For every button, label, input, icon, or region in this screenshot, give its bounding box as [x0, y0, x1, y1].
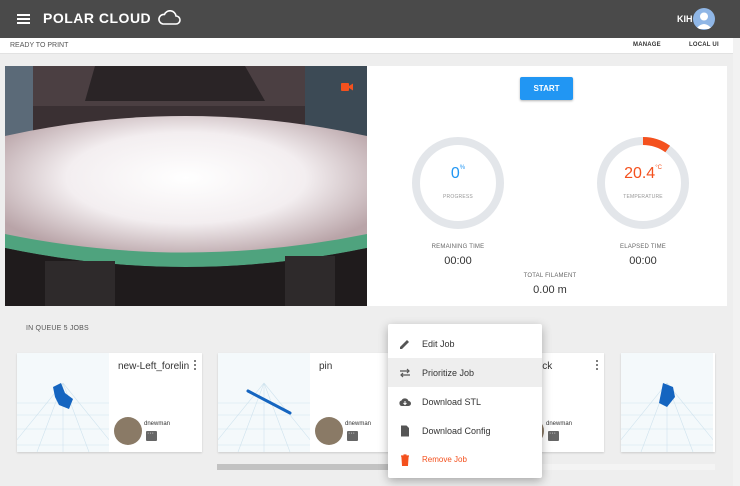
job-card[interactable]: pin dnewman: [218, 353, 403, 452]
videocam-icon[interactable]: [341, 83, 353, 91]
printer-status: READY TO PRINT: [10, 42, 69, 49]
menu-item-label: Download STL: [422, 396, 482, 407]
job-thumbnail: [218, 353, 310, 452]
job-thumbnail: [17, 353, 109, 452]
start-button[interactable]: START: [520, 77, 573, 100]
progress-label: PROGRESS: [443, 194, 473, 200]
page-edge: [733, 38, 740, 486]
queue-title: IN QUEUE 5 JOBS: [26, 325, 89, 332]
comment-icon[interactable]: [347, 430, 358, 441]
job-name: pin: [319, 361, 333, 372]
download-stl-item[interactable]: Download STL: [388, 387, 542, 416]
job-owner: dnewman: [546, 421, 573, 427]
job-context-menu: Edit Job Prioritize Job Download STL Dow…: [388, 324, 542, 478]
status-bar: READY TO PRINT MANAGE LOCAL UI: [0, 38, 740, 54]
temperature-gauge: 20.4°C TEMPERATURE: [594, 134, 692, 232]
cloud-icon: [158, 10, 181, 25]
elapsed-time-value: 00:00: [629, 255, 657, 267]
job-thumbnail: [621, 353, 713, 452]
progress-number: 0: [450, 165, 460, 182]
person-icon: [696, 12, 712, 29]
printer-card: START 0% PROGRESS 20.4°C TEMPERATURE REM…: [5, 66, 727, 306]
total-filament-label: TOTAL FILAMENT: [523, 273, 577, 279]
more-vert-icon[interactable]: [595, 360, 599, 372]
menu-item-label: Download Config: [422, 425, 491, 436]
comment-icon[interactable]: [146, 430, 157, 441]
remaining-time-value: 00:00: [444, 255, 472, 267]
top-app-bar: POLAR CLOUD KIH: [0, 0, 740, 38]
webcam-view: [5, 66, 367, 306]
job-owner: dnewman: [345, 421, 372, 427]
temperature-label: TEMPERATURE: [623, 194, 663, 200]
remove-job-item[interactable]: Remove Job: [388, 445, 542, 474]
comment-icon[interactable]: [548, 430, 559, 441]
user-initials: KIH: [677, 14, 693, 24]
local-ui-link[interactable]: LOCAL UI: [689, 42, 719, 48]
download-config-item[interactable]: Download Config: [388, 416, 542, 445]
document-icon: [401, 425, 409, 436]
pencil-icon: [400, 339, 409, 349]
job-card[interactable]: new-Left_forelin dnewman: [17, 353, 202, 452]
temperature-unit: °C: [655, 165, 662, 171]
user-avatar[interactable]: [693, 8, 715, 30]
progress-value: 0%: [409, 165, 507, 183]
brand-logo[interactable]: POLAR CLOUD: [43, 10, 181, 26]
job-owner: dnewman: [144, 421, 171, 427]
manage-link[interactable]: MANAGE: [633, 42, 661, 48]
menu-item-label: Remove Job: [422, 455, 467, 464]
swap-arrows-icon: [400, 368, 410, 377]
job-card[interactable]: [621, 353, 715, 452]
menu-icon[interactable]: [17, 14, 30, 24]
queue-scrollbar-thumb[interactable]: [217, 464, 392, 470]
progress-gauge: 0% PROGRESS: [409, 134, 507, 232]
avatar: [315, 417, 343, 445]
webcam-image: [5, 66, 367, 306]
more-vert-icon[interactable]: [193, 360, 197, 372]
trash-icon: [401, 453, 409, 466]
avatar: [114, 417, 142, 445]
elapsed-time-label: ELAPSED TIME: [620, 244, 666, 250]
edit-job-item[interactable]: Edit Job: [388, 329, 542, 358]
temperature-value: 20.4°C: [594, 165, 692, 183]
progress-unit: %: [459, 165, 466, 171]
menu-item-label: Edit Job: [422, 338, 455, 349]
menu-item-label: Prioritize Job: [422, 367, 475, 378]
cloud-download-icon: [399, 397, 411, 406]
prioritize-job-item[interactable]: Prioritize Job: [388, 358, 542, 387]
job-name: new-Left_forelin: [118, 361, 190, 372]
remaining-time-label: REMAINING TIME: [431, 244, 485, 250]
brand-name: POLAR CLOUD: [43, 10, 152, 26]
temperature-number: 20.4: [624, 165, 656, 182]
total-filament-value: 0.00 m: [533, 284, 567, 296]
